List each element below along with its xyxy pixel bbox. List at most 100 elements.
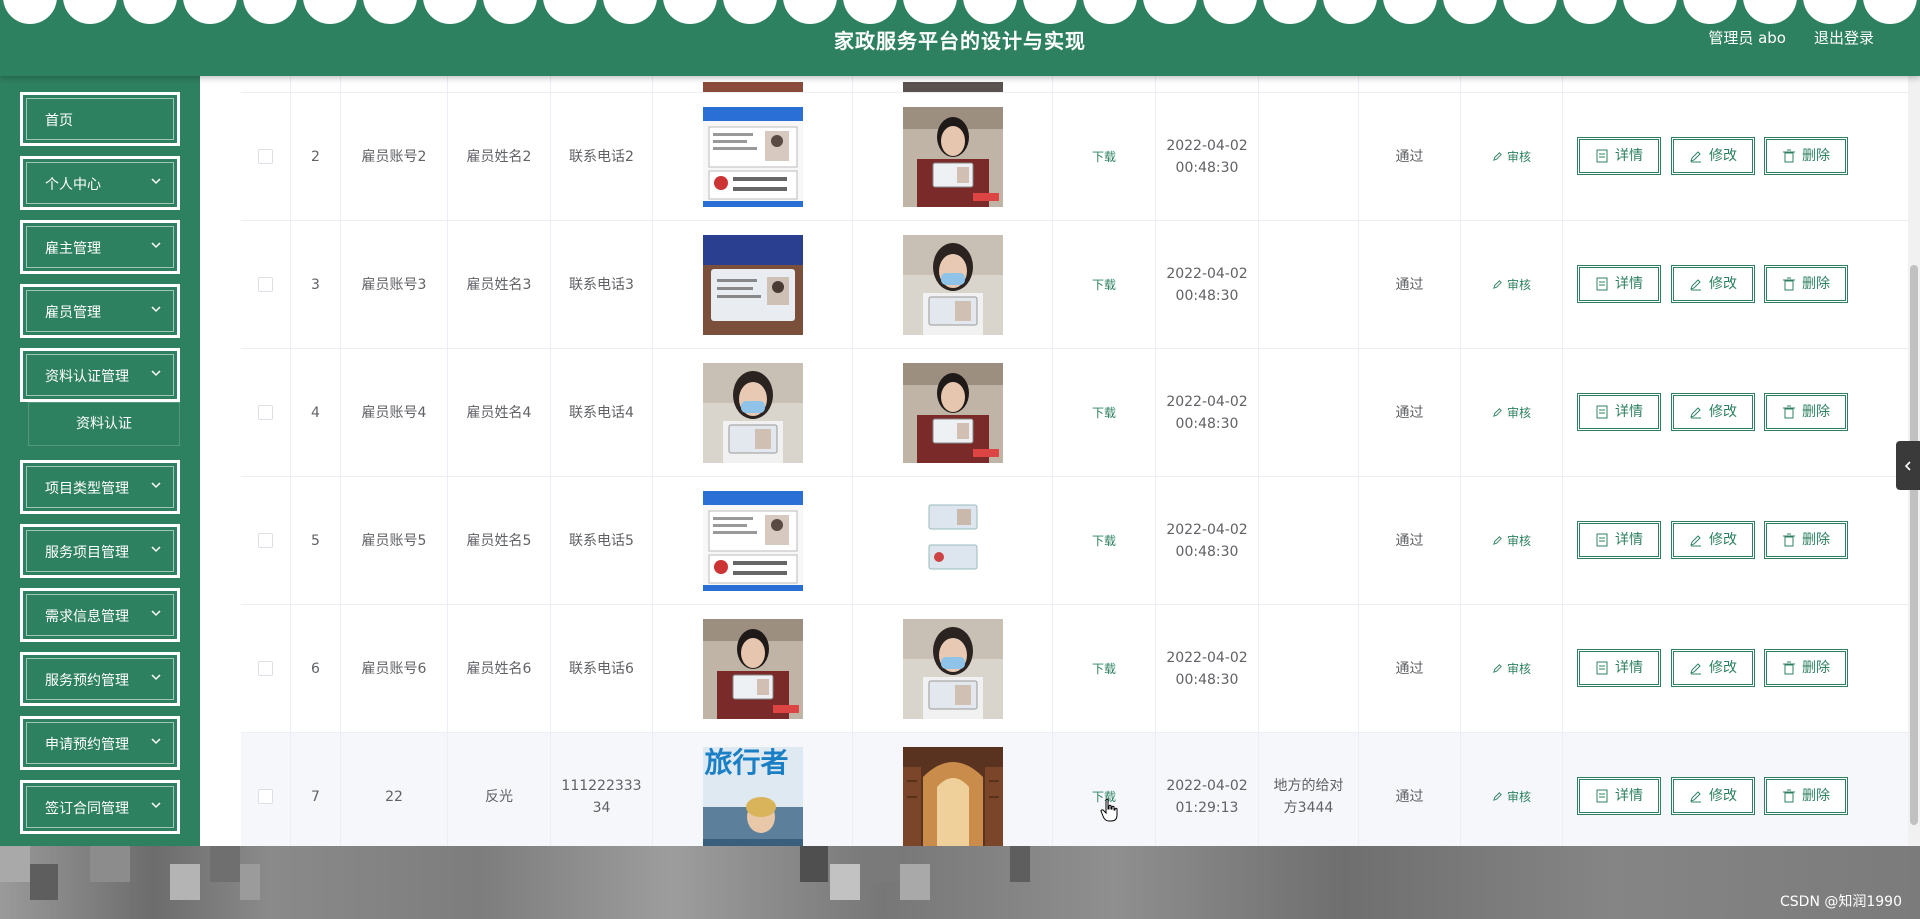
detail-button[interactable]: 详情 [1577, 777, 1661, 815]
magazine-cover-image[interactable]: 旅行者 [702, 746, 803, 846]
sidebar-item-document-verification[interactable]: 资料认证管理 [20, 348, 180, 402]
edit-button[interactable]: 修改 [1671, 521, 1755, 559]
delete-button[interactable]: 删除 [1764, 649, 1848, 687]
button-label: 修改 [1709, 276, 1737, 292]
button-label: 详情 [1615, 660, 1643, 676]
id-card-doc-image[interactable] [702, 490, 803, 591]
audit-link[interactable]: 审核 [1492, 274, 1531, 296]
edit-button[interactable]: 修改 [1671, 265, 1755, 303]
audit-link[interactable]: 审核 [1492, 658, 1531, 680]
detail-button[interactable]: 详情 [1577, 393, 1661, 431]
row-checkbox[interactable] [258, 789, 273, 804]
sidebar-item-employee-management[interactable]: 雇员管理 [20, 284, 180, 338]
delete-button[interactable]: 删除 [1764, 265, 1848, 303]
side-panel-toggle[interactable] [1896, 441, 1920, 490]
row-checkbox[interactable] [258, 661, 273, 676]
main-content: 2 雇员账号2 雇员姓名2 联系电话2 下载 2022-04-02 00:48:30 通过 审核… [200, 76, 1920, 846]
scallop-shape [963, 0, 1017, 24]
sidebar-item-service-booking[interactable]: 服务预约管理 [20, 652, 180, 706]
scallop-shape [423, 0, 477, 24]
sidebar-item-label: 需求信息管理 [45, 609, 129, 625]
row-checkbox[interactable] [258, 533, 273, 548]
logout-button[interactable]: 退出登录 [1814, 27, 1874, 48]
download-link[interactable]: 下载 [1092, 402, 1116, 424]
audit-link[interactable]: 审核 [1492, 402, 1531, 424]
sidebar-item-project-type[interactable]: 项目类型管理 [20, 460, 180, 514]
id-card-closeup-image[interactable] [702, 234, 803, 335]
chevron-down-icon [151, 738, 161, 745]
sidebar-item-demand-info[interactable]: 需求信息管理 [20, 588, 180, 642]
library-hall-image[interactable] [902, 746, 1003, 846]
detail-button[interactable]: 详情 [1577, 265, 1661, 303]
status-cell: 通过 [1359, 221, 1461, 348]
scallop-shape [1683, 0, 1737, 24]
photo-cell [853, 605, 1053, 732]
audit-cell: 审核 [1461, 477, 1563, 604]
id-card-small-image[interactable] [902, 490, 1003, 591]
scrollbar-thumb[interactable] [1910, 265, 1918, 825]
row-checkbox[interactable] [258, 149, 273, 164]
photo-cell [653, 605, 853, 732]
button-label: 删除 [1802, 148, 1830, 164]
sidebar-item-contract[interactable]: 签订合同管理 [20, 780, 180, 834]
audit-link[interactable]: 审核 [1492, 786, 1531, 808]
audit-cell: 审核 [1461, 221, 1563, 348]
audit-status: 通过 [1395, 404, 1424, 421]
row-checkbox[interactable] [258, 405, 273, 420]
audit-cell: 审核 [1461, 349, 1563, 476]
sidebar-item-home[interactable]: 首页 [20, 92, 180, 146]
download-link[interactable]: 下载 [1092, 274, 1116, 296]
delete-button[interactable]: 删除 [1764, 777, 1848, 815]
detail-button[interactable]: 详情 [1577, 137, 1661, 175]
id-card-doc-image[interactable] [702, 106, 803, 207]
scallop-shape [1443, 0, 1497, 24]
date-cell: 2022-04-02 01:29:13 [1156, 733, 1259, 846]
detail-button[interactable]: 详情 [1577, 521, 1661, 559]
date-cell: 2022-04-02 00:48:30 [1156, 93, 1259, 220]
audit-status: 通过 [1395, 532, 1424, 549]
edit-button[interactable]: 修改 [1671, 649, 1755, 687]
sidebar-item-application-booking[interactable]: 申请预约管理 [20, 716, 180, 770]
download-cell: 下载 [1053, 349, 1156, 476]
employee-account: 雇员账号5 [361, 532, 427, 549]
edit-button[interactable]: 修改 [1671, 393, 1755, 431]
sidebar-subitem-verification[interactable]: 资料认证 [28, 402, 180, 446]
sidebar-item-service-project[interactable]: 服务项目管理 [20, 524, 180, 578]
button-label: 修改 [1709, 660, 1737, 676]
edit-button[interactable]: 修改 [1671, 777, 1755, 815]
phone-cell: 联系电话2 [551, 93, 653, 220]
delete-button[interactable]: 删除 [1764, 393, 1848, 431]
remark-cell: 地方的给对 方3444 [1259, 733, 1359, 846]
row-checkbox[interactable] [258, 277, 273, 292]
employee-phone: 联系电话5 [569, 532, 634, 549]
person-holding-id-image[interactable] [702, 618, 803, 719]
phone-cell: 联系电话3 [551, 221, 653, 348]
audit-link[interactable]: 审核 [1492, 530, 1531, 552]
person-holding-id-image[interactable] [902, 362, 1003, 463]
download-cell: 下载 [1053, 605, 1156, 732]
chevron-down-icon [151, 802, 161, 809]
delete-button[interactable]: 删除 [1764, 137, 1848, 175]
audit-cell: 审核 [1461, 93, 1563, 220]
edit-button[interactable]: 修改 [1671, 137, 1755, 175]
masked-person-id-image[interactable] [902, 234, 1003, 335]
chevron-down-icon [151, 370, 161, 377]
edit-icon [1690, 279, 1701, 291]
audit-link[interactable]: 审核 [1492, 146, 1531, 168]
button-label: 删除 [1802, 532, 1830, 548]
person-holding-id-image[interactable] [902, 106, 1003, 207]
sidebar-item-employer-management[interactable]: 雇主管理 [20, 220, 180, 274]
sidebar-item-personal-center[interactable]: 个人中心 [20, 156, 180, 210]
masked-person-id-image[interactable] [702, 362, 803, 463]
delete-button[interactable]: 删除 [1764, 521, 1848, 559]
masked-person-id-image[interactable] [902, 618, 1003, 719]
upload-time: 00:48:30 [1175, 287, 1239, 304]
chevron-down-icon [151, 674, 161, 681]
row-index: 5 [311, 532, 320, 549]
download-link[interactable]: 下载 [1092, 658, 1116, 680]
scallop-shape [303, 0, 357, 24]
download-link[interactable]: 下载 [1092, 530, 1116, 552]
download-link[interactable]: 下载 [1092, 146, 1116, 168]
detail-button[interactable]: 详情 [1577, 649, 1661, 687]
select-cell [241, 733, 291, 846]
